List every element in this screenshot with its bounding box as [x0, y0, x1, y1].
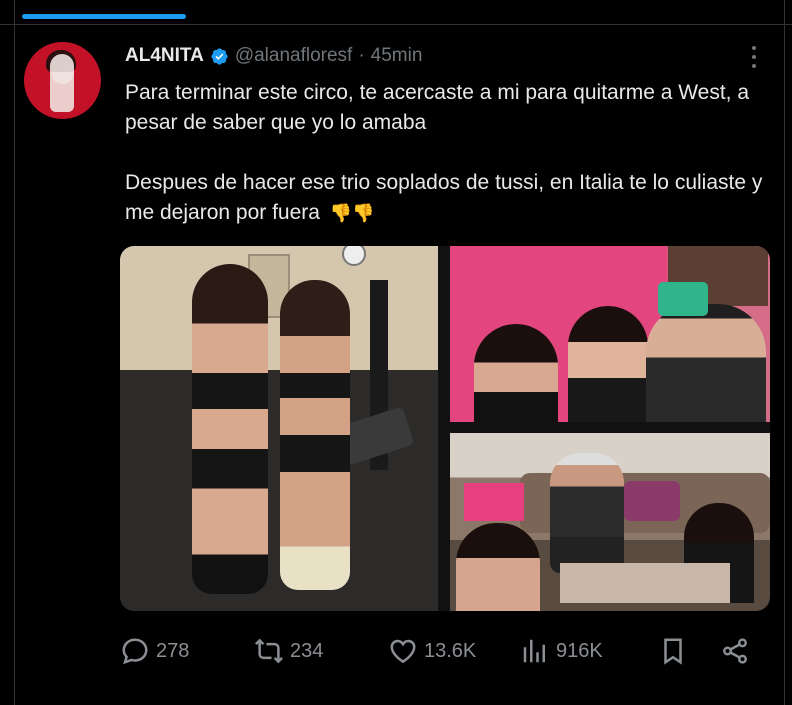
more-dot [752, 64, 756, 68]
person-b [568, 306, 648, 422]
views-count: 916K [556, 639, 603, 662]
wall-clock [342, 246, 366, 266]
like-button[interactable]: 13.6K [388, 636, 476, 666]
table-items [560, 563, 730, 603]
avatar-figure [50, 54, 74, 112]
timestamp[interactable]: 45min [371, 45, 423, 67]
person-front-left [456, 523, 540, 611]
views-icon [523, 639, 545, 663]
separator-dot: · [358, 45, 365, 66]
tweet-header: AL4NITA @alanafloresf · 45min [125, 45, 422, 67]
like-count: 13.6K [424, 639, 477, 662]
handle[interactable]: @alanafloresf [235, 45, 353, 67]
more-dot [752, 55, 756, 59]
share-icon [723, 638, 747, 664]
photo-gym[interactable] [120, 246, 438, 611]
left-border [14, 0, 15, 705]
share-button[interactable] [720, 636, 750, 666]
purple-pillow [624, 481, 680, 521]
action-bar: 278 234 13.6K 916K [0, 632, 792, 672]
bookmark-icon [664, 638, 682, 665]
repost-button[interactable]: 234 [254, 636, 323, 666]
top-divider [0, 24, 792, 25]
active-tab-indicator [22, 14, 186, 19]
more-dot [752, 46, 756, 50]
reply-icon [122, 638, 148, 665]
thumbs-down-emoji: 👎👎 [329, 203, 375, 223]
person-c [646, 304, 766, 422]
verified-icon [211, 47, 228, 65]
right-border [784, 0, 785, 705]
repost-count: 234 [290, 639, 324, 662]
person-sitting [550, 453, 624, 573]
avatar[interactable] [24, 42, 101, 119]
person-a [474, 324, 558, 422]
photo-selfie[interactable] [450, 246, 770, 422]
media-grid [120, 246, 770, 611]
bookmark-button[interactable] [658, 636, 688, 666]
person-right [280, 280, 350, 590]
pink-box [464, 483, 524, 521]
tweet-paragraph-text: Despues de hacer ese trio soplados de tu… [125, 171, 763, 224]
tweet-paragraph: Despues de hacer ese trio soplados de tu… [125, 168, 775, 228]
photo-living-room[interactable] [450, 433, 770, 611]
repost-icon [254, 638, 284, 664]
tweet-paragraph: Para terminar este circo, te acercaste a… [125, 81, 750, 134]
more-icon[interactable] [744, 44, 764, 70]
display-name[interactable]: AL4NITA [125, 45, 204, 67]
reply-button[interactable]: 278 [120, 636, 189, 666]
phone-case [658, 282, 708, 316]
person-left [192, 264, 268, 594]
views-button[interactable]: 916K [520, 636, 603, 666]
reply-count: 278 [156, 639, 190, 662]
tweet-text: Para terminar este circo, te acercaste a… [125, 78, 775, 228]
like-icon [390, 639, 416, 664]
